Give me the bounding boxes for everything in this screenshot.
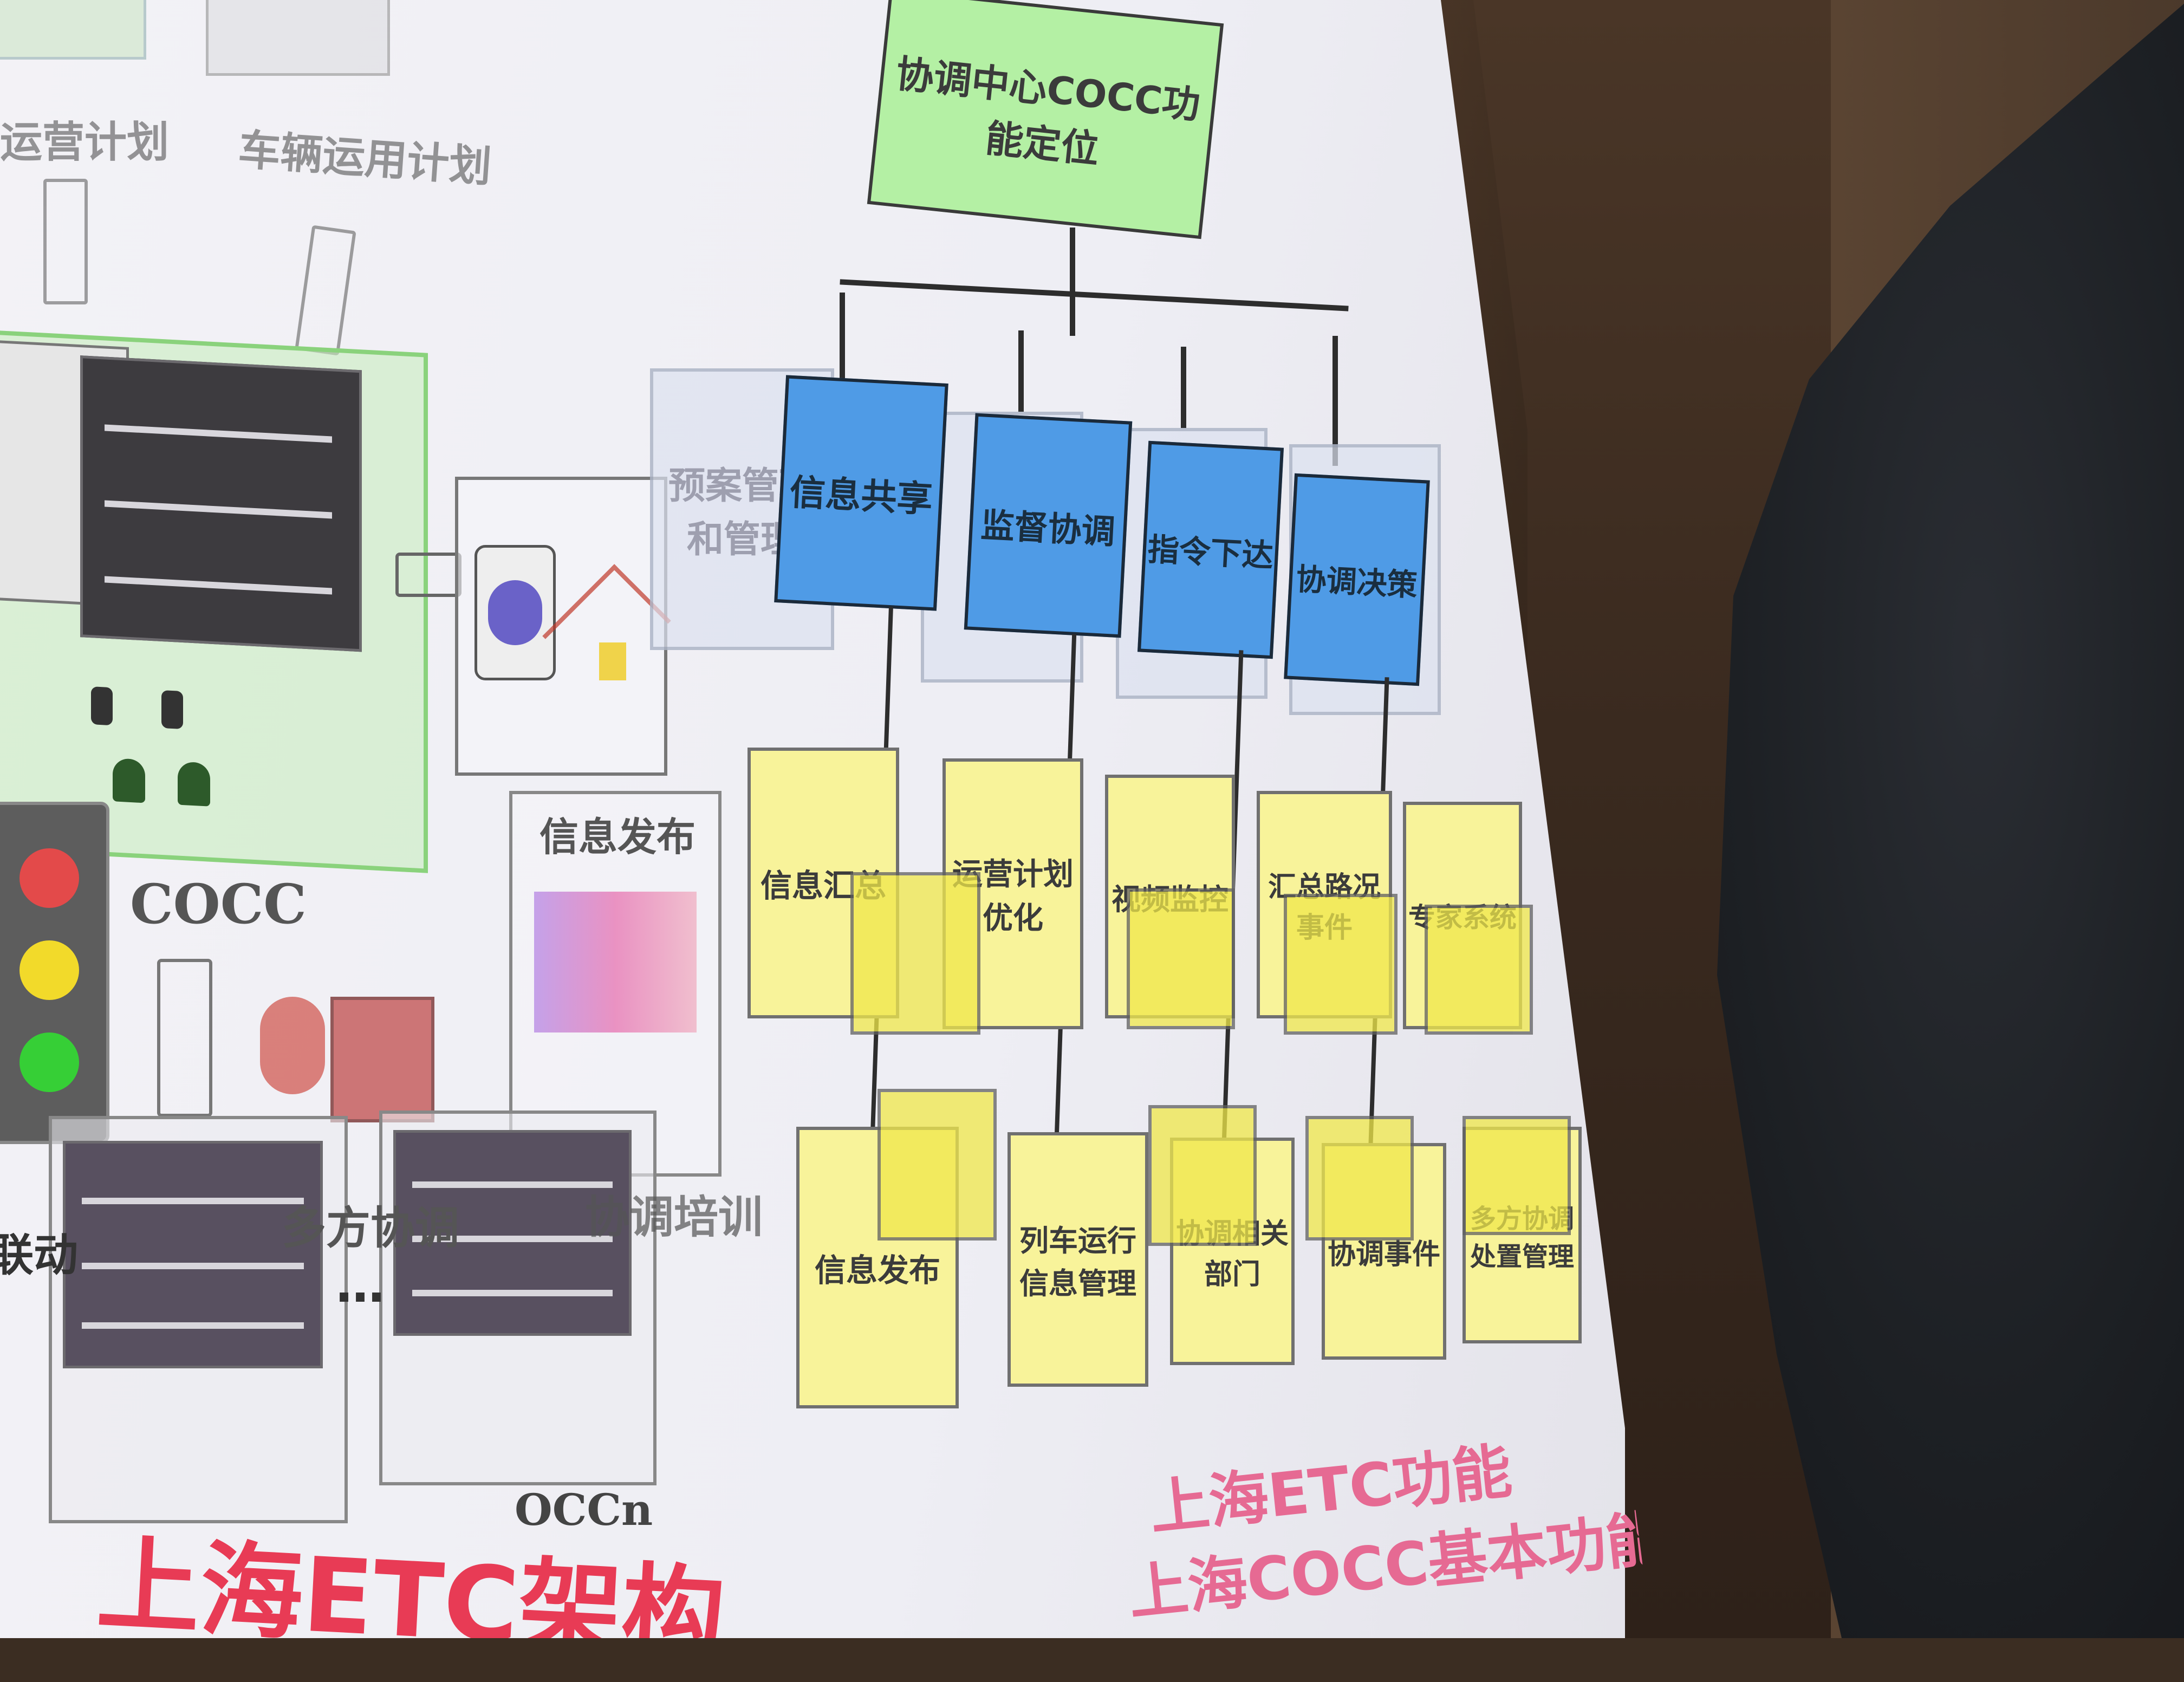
ghost-yellow-box <box>1148 1105 1257 1246</box>
connector-line <box>1181 347 1186 428</box>
bottom-panel-left <box>49 1116 348 1523</box>
connector-line <box>840 293 845 390</box>
horizontal-double-arrow-icon <box>395 553 461 597</box>
ghost-yellow-box <box>1284 894 1398 1035</box>
level2-box: 信息共享 <box>774 375 948 611</box>
top-mid-box <box>206 0 390 76</box>
ellipsis-text: … <box>336 1257 385 1314</box>
person-icon <box>113 758 145 803</box>
bottom-right-text: 协调培训 <box>585 1192 763 1243</box>
ghost-yellow-box <box>1127 888 1235 1029</box>
bottom-panel-right <box>379 1110 656 1485</box>
traffic-light-icon <box>0 802 109 1144</box>
root-label: 协调中心COCC功能定位 <box>894 51 1202 172</box>
building-icon <box>330 997 434 1122</box>
info-icon-panel <box>455 477 671 776</box>
level2-label: 信息共享 <box>788 471 934 521</box>
plan1-label: 运营计划 <box>0 118 170 167</box>
phone-icon <box>91 686 113 726</box>
person-icon <box>178 761 210 807</box>
level3-label: 信息发布 <box>814 1252 940 1289</box>
connector-line <box>840 279 1349 311</box>
top-left-box <box>0 0 146 60</box>
cocc-frame <box>0 329 428 873</box>
level2-box: 指令下达 <box>1137 440 1284 659</box>
root-box: 协调中心COCC功能定位 <box>867 0 1224 239</box>
bottom-mid-text: 多方协调 <box>282 1203 460 1254</box>
level2-box: 协调决策 <box>1284 473 1430 686</box>
level2-label: 协调决策 <box>1295 561 1419 603</box>
cocc-label: COCC <box>130 872 307 936</box>
ghost-yellow-box <box>1305 1116 1414 1241</box>
down-arrow-icon <box>43 179 88 304</box>
projection-screen: 运营计划 车辆运用计划 COCC 信息发布 联动 多方协调 协调培训 … OCC… <box>0 0 1652 1638</box>
ghost-yellow-box <box>1462 1116 1571 1235</box>
level3-label: 列车运行信息管理 <box>1019 1224 1136 1301</box>
level2-label: 指令下达 <box>1147 530 1275 575</box>
info-release-label: 信息发布 <box>540 814 696 860</box>
down-arrow-icon <box>295 225 356 356</box>
ghost-yellow-box <box>850 872 980 1035</box>
ghost-yellow-box <box>1425 905 1533 1035</box>
plan2-label: 车辆运用计划 <box>236 125 493 192</box>
level3-box: 列车运行信息管理 <box>1007 1132 1148 1387</box>
level2-box: 监督协调 <box>964 413 1133 638</box>
connector-line <box>1018 330 1024 412</box>
level2-label: 监督协调 <box>979 505 1116 552</box>
badge-icon <box>260 997 325 1094</box>
ghost-yellow-box <box>877 1089 997 1241</box>
double-arrow-icon <box>157 959 212 1117</box>
connector-line <box>1070 228 1075 336</box>
monitor-panel <box>80 355 362 652</box>
bar-graphic <box>534 892 697 1032</box>
phone-icon <box>161 690 183 730</box>
bottom-left-text: 联动 <box>0 1230 79 1281</box>
